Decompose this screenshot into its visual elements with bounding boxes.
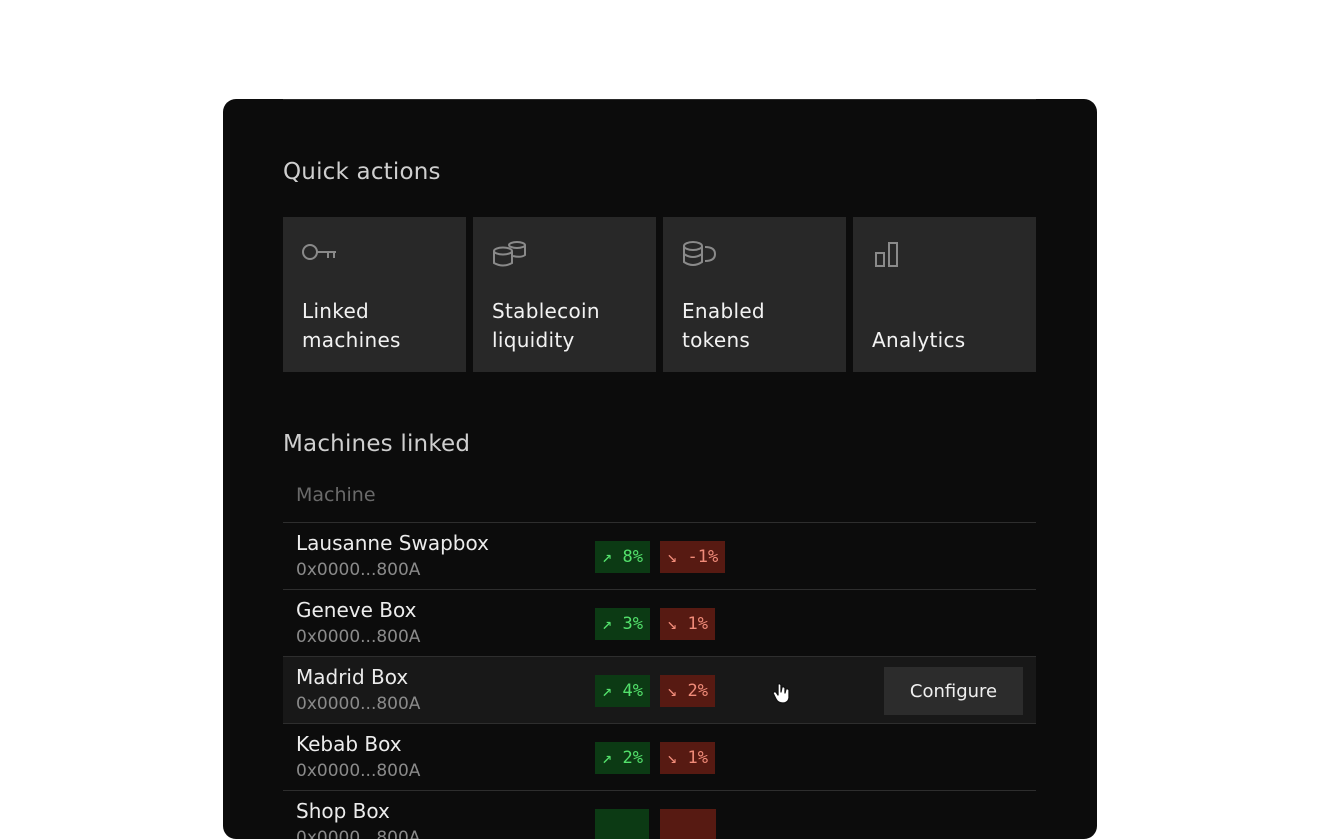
quick-actions-title: Quick actions	[283, 159, 441, 185]
machine-address: 0x0000...800A	[296, 828, 421, 839]
trend-up-badge	[595, 809, 649, 839]
table-row[interactable]: Kebab Box 0x0000...800A ↗ 2% ↘ 1%	[283, 724, 1036, 791]
action-label-line2: liquidity	[492, 328, 575, 352]
machines-linked-title: Machines linked	[283, 431, 471, 457]
quick-actions-grid: Linked machines Stablecoin liquidity Ena…	[283, 217, 1036, 372]
trend-up-badge: ↗ 8%	[595, 541, 650, 573]
table-header: Machine	[283, 474, 1036, 523]
machine-name: Lausanne Swapbox	[296, 531, 489, 555]
machine-address: 0x0000...800A	[296, 627, 421, 647]
table-row[interactable]: Geneve Box 0x0000...800A ↗ 3% ↘ 1%	[283, 590, 1036, 657]
trend-up-badge: ↗ 3%	[595, 608, 650, 640]
machine-name: Kebab Box	[296, 732, 402, 756]
key-icon	[302, 244, 336, 260]
machines-table: Machine Lausanne Swapbox 0x0000...800A ↗…	[283, 474, 1036, 839]
bar-chart-icon	[875, 242, 898, 267]
divider	[283, 99, 1036, 100]
trend-down-badge: ↘ -1%	[660, 541, 726, 573]
action-label-line1: Stablecoin	[492, 299, 600, 323]
trend-up-badge: ↗ 4%	[595, 675, 650, 707]
coins-icon	[683, 241, 717, 266]
trend-up-badge: ↗ 2%	[595, 742, 650, 774]
machine-address: 0x0000...800A	[296, 761, 421, 781]
action-label-line2: machines	[302, 328, 401, 352]
action-stablecoin-liquidity[interactable]: Stablecoin liquidity	[473, 217, 656, 372]
dashboard-panel: Quick actions Linked machines Stablecoin…	[223, 99, 1097, 839]
trend-down-badge	[660, 809, 716, 839]
action-label-line1: Enabled	[682, 299, 765, 323]
table-row[interactable]: Shop Box 0x0000...800A	[283, 791, 1036, 839]
coin-stack-icon	[493, 241, 526, 267]
action-enabled-tokens[interactable]: Enabled tokens	[663, 217, 846, 372]
column-header-machine: Machine	[296, 484, 376, 506]
action-label-line1: Linked	[302, 299, 370, 323]
table-row[interactable]: Madrid Box 0x0000...800A ↗ 4% ↘ 2% Confi…	[283, 657, 1036, 724]
machine-name: Geneve Box	[296, 598, 417, 622]
table-row[interactable]: Lausanne Swapbox 0x0000...800A ↗ 8% ↘ -1…	[283, 523, 1036, 590]
trend-down-badge: ↘ 1%	[660, 742, 715, 774]
trend-down-badge: ↘ 2%	[660, 675, 715, 707]
machine-name: Shop Box	[296, 799, 390, 823]
configure-button[interactable]: Configure	[884, 667, 1023, 715]
action-linked-machines[interactable]: Linked machines	[283, 217, 466, 372]
trend-down-badge: ↘ 1%	[660, 608, 715, 640]
machine-address: 0x0000...800A	[296, 694, 421, 714]
action-label-line1: Analytics	[872, 328, 966, 352]
action-analytics[interactable]: Analytics	[853, 217, 1036, 372]
hand-cursor-icon	[772, 683, 790, 704]
action-label-line2: tokens	[682, 328, 751, 352]
machine-name: Madrid Box	[296, 665, 409, 689]
machine-address: 0x0000...800A	[296, 560, 421, 580]
